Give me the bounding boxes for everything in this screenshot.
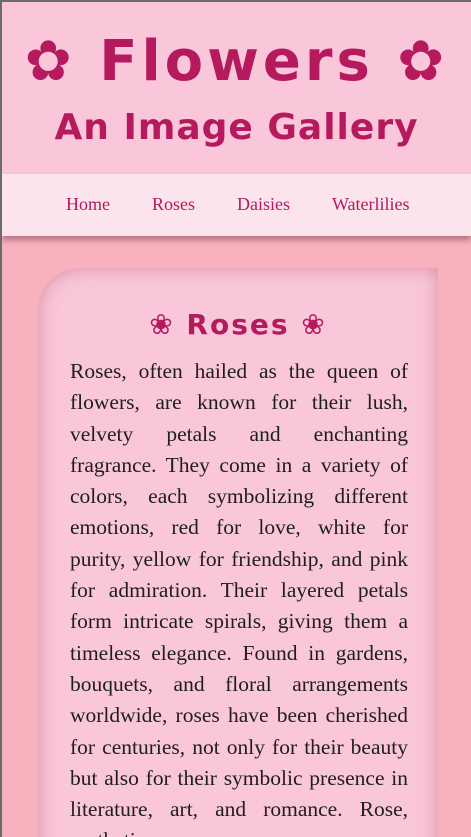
nav-link-roses[interactable]: Roses bbox=[152, 194, 195, 215]
roses-description: Roses, often hailed as the queen of flow… bbox=[70, 359, 408, 837]
site-header: ✿ Flowers ✿ An Image Gallery bbox=[2, 2, 471, 174]
site-subtitle: An Image Gallery bbox=[54, 107, 419, 148]
roses-card: ❀ Roses ❀ Roses, often hailed as the que… bbox=[38, 268, 438, 837]
nav-link-daisies[interactable]: Daisies bbox=[237, 194, 290, 215]
main-nav: Home Roses Daisies Waterlilies bbox=[2, 174, 471, 236]
browser-viewport: ✿ Flowers ✿ An Image Gallery Home Roses … bbox=[0, 0, 471, 837]
nav-link-home[interactable]: Home bbox=[66, 194, 110, 215]
roses-heading: ❀ Roses ❀ bbox=[149, 308, 327, 341]
site-title: ✿ Flowers ✿ bbox=[24, 29, 449, 94]
nav-link-waterlilies[interactable]: Waterlilies bbox=[332, 194, 410, 215]
